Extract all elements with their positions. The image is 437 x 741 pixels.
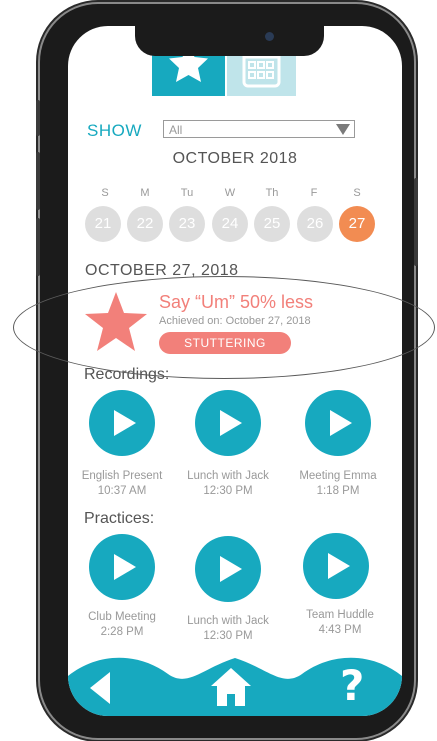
home-icon[interactable] <box>209 664 253 708</box>
practice-title: Lunch with Jack <box>187 615 269 627</box>
play-button-practice-2[interactable] <box>195 536 261 602</box>
weekday-label: M <box>140 187 150 199</box>
practice-time: 4:43 PM <box>318 624 362 636</box>
achievement-star-icon <box>85 292 147 351</box>
show-filter-value: All <box>169 123 183 137</box>
day-23[interactable]: 23 <box>169 206 205 242</box>
dropdown-arrow-icon <box>336 124 350 135</box>
recording-caption-1: English Present 10:37 AM <box>72 469 172 499</box>
front-camera <box>265 32 274 41</box>
back-icon[interactable] <box>86 670 114 706</box>
play-button-recording-1[interactable] <box>89 390 155 456</box>
achievement-subtitle: Achieved on: October 27, 2018 <box>159 315 311 327</box>
recording-caption-2: Lunch with Jack 12:30 PM <box>178 469 278 499</box>
help-icon[interactable]: ? <box>340 662 364 710</box>
phone-notch <box>135 24 324 56</box>
recording-caption-3: Meeting Emma 1:18 PM <box>288 469 388 499</box>
selected-date-heading: OCTOBER 27, 2018 <box>85 262 239 279</box>
side-button-left-mid <box>36 152 40 210</box>
app-screen: SHOW All OCTOBER 2018 S M Tu W Th F S 21… <box>68 26 402 716</box>
day-26[interactable]: 26 <box>297 206 333 242</box>
weekday-label: W <box>224 187 236 199</box>
achievement-title: Say “Um” 50% less <box>159 292 314 312</box>
show-filter-label: SHOW <box>87 121 142 140</box>
day-21[interactable]: 21 <box>85 206 121 242</box>
recording-title: English Present <box>81 470 163 482</box>
weekday-label: Th <box>265 187 279 199</box>
weekday-label: F <box>310 187 318 199</box>
practice-time: 12:30 PM <box>203 630 253 642</box>
weekday-label: S <box>101 187 109 199</box>
recording-time: 12:30 PM <box>203 485 253 497</box>
recording-time: 1:18 PM <box>316 485 360 497</box>
recording-time: 10:37 AM <box>97 485 147 497</box>
recording-title: Meeting Emma <box>299 470 377 482</box>
day-24[interactable]: 24 <box>212 206 248 242</box>
play-button-recording-2[interactable] <box>195 390 261 456</box>
practice-title: Team Huddle <box>306 609 374 621</box>
recordings-heading: Recordings: <box>84 366 170 383</box>
recording-title: Lunch with Jack <box>187 470 269 482</box>
achievement-tag-stuttering[interactable]: STUTTERING <box>159 332 291 354</box>
weekday-label: S <box>353 187 361 199</box>
play-button-practice-3[interactable] <box>303 533 369 599</box>
side-button-left-bottom <box>36 218 40 276</box>
day-22[interactable]: 22 <box>127 206 163 242</box>
practices-heading: Practices: <box>84 510 155 527</box>
weekday-label: Tu <box>180 187 194 199</box>
practice-caption-1: Club Meeting 2:28 PM <box>72 610 172 640</box>
practice-caption-2: Lunch with Jack 12:30 PM <box>178 614 278 644</box>
calendar-month: OCTOBER 2018 <box>172 150 298 167</box>
play-button-recording-3[interactable] <box>305 390 371 456</box>
practice-title: Club Meeting <box>88 611 156 623</box>
day-27-selected[interactable]: 27 <box>339 206 375 242</box>
play-button-practice-1[interactable] <box>89 534 155 600</box>
side-button-left-top <box>36 100 40 136</box>
side-button-right <box>414 178 418 266</box>
show-filter-select[interactable]: All <box>163 120 355 138</box>
practice-caption-3: Team Huddle 4:43 PM <box>290 608 390 638</box>
day-25[interactable]: 25 <box>254 206 290 242</box>
practice-time: 2:28 PM <box>100 626 144 638</box>
